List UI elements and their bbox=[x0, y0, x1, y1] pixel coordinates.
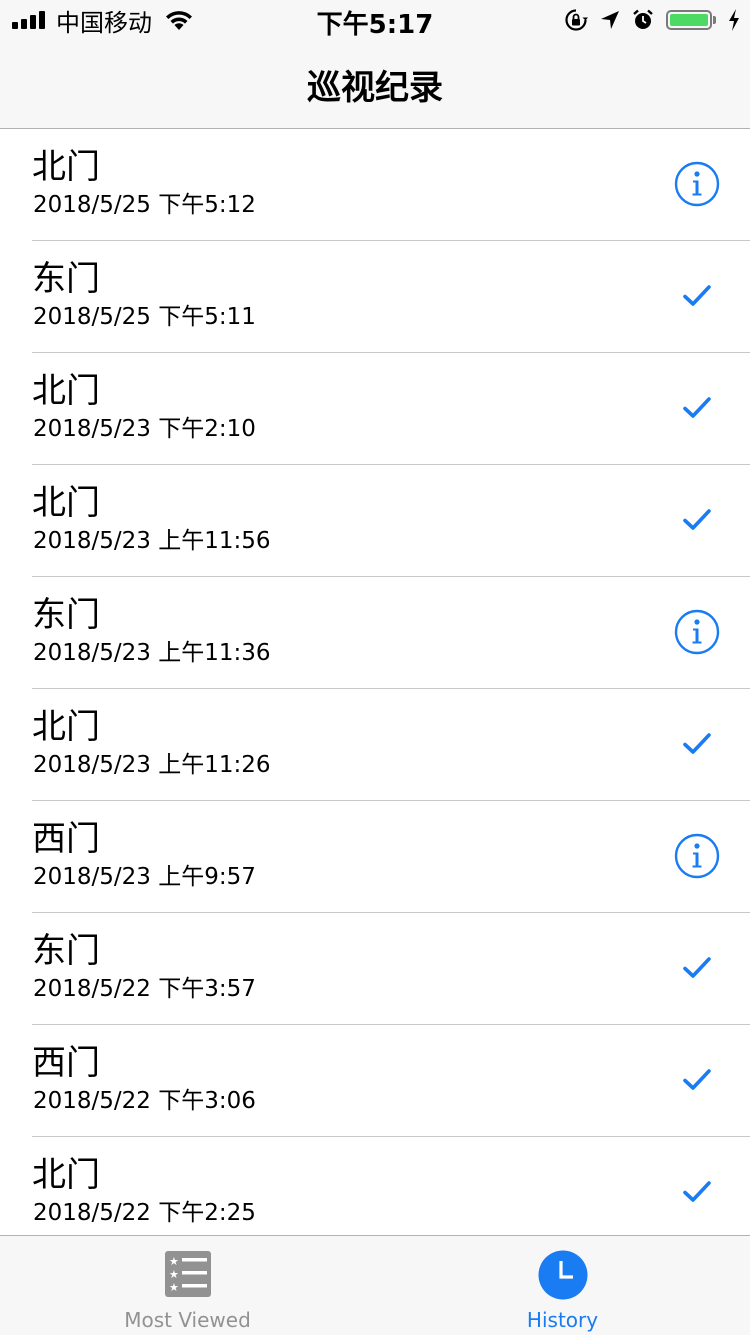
gate-name: 东门 bbox=[32, 595, 100, 635]
record-time: 2018/5/23 上午11:56 bbox=[33, 528, 271, 554]
row-accessory[interactable] bbox=[674, 609, 720, 655]
table-row[interactable]: 北门 2018/5/23 下午2:10 bbox=[0, 353, 750, 465]
svg-text:★: ★ bbox=[169, 1268, 179, 1281]
gate-name: 北门 bbox=[32, 483, 100, 523]
row-accessory[interactable] bbox=[674, 1169, 720, 1215]
record-time: 2018/5/23 上午9:57 bbox=[33, 864, 256, 890]
table-row[interactable]: 西门 2018/5/23 上午9:57 bbox=[0, 801, 750, 913]
tab-bar: ★ ★ ★ Most Viewed History bbox=[0, 1235, 750, 1335]
record-time: 2018/5/23 上午11:36 bbox=[33, 640, 271, 666]
table-row[interactable]: 北门 2018/5/22 下午2:25 bbox=[0, 1137, 750, 1235]
most-viewed-list-icon: ★ ★ ★ bbox=[0, 1250, 375, 1298]
record-time: 2018/5/23 上午11:26 bbox=[33, 752, 271, 778]
status-bar: 中国移动 下午5:17 bbox=[0, 0, 750, 40]
table-row[interactable]: 西门 2018/5/22 下午3:06 bbox=[0, 1025, 750, 1137]
history-clock-icon bbox=[375, 1250, 750, 1300]
checkmark-icon bbox=[682, 956, 712, 980]
record-time: 2018/5/22 下午3:06 bbox=[33, 1088, 256, 1114]
status-right bbox=[552, 6, 740, 34]
info-icon[interactable] bbox=[674, 833, 720, 879]
table-row[interactable]: 北门 2018/5/23 上午11:26 bbox=[0, 689, 750, 801]
table-row[interactable]: 北门 2018/5/25 下午5:12 bbox=[0, 129, 750, 241]
gate-name: 东门 bbox=[32, 931, 100, 971]
checkmark-icon bbox=[682, 284, 712, 308]
checkmark-icon bbox=[682, 396, 712, 420]
record-time: 2018/5/25 下午5:12 bbox=[33, 192, 256, 218]
checkmark-icon bbox=[682, 508, 712, 532]
checkmark-icon bbox=[682, 732, 712, 756]
record-time: 2018/5/25 下午5:11 bbox=[33, 304, 256, 330]
record-time: 2018/5/23 下午2:10 bbox=[33, 416, 256, 442]
row-accessory[interactable] bbox=[674, 497, 720, 543]
gate-name: 西门 bbox=[32, 1043, 100, 1083]
row-accessory[interactable] bbox=[674, 833, 720, 879]
gate-name: 北门 bbox=[32, 371, 100, 411]
table-row[interactable]: 东门 2018/5/25 下午5:11 bbox=[0, 241, 750, 353]
gate-name: 北门 bbox=[32, 1155, 100, 1195]
row-accessory[interactable] bbox=[674, 945, 720, 991]
tab-history[interactable]: History bbox=[375, 1236, 750, 1335]
row-accessory[interactable] bbox=[674, 1057, 720, 1103]
checkmark-icon bbox=[682, 1180, 712, 1204]
svg-text:★: ★ bbox=[169, 1281, 179, 1294]
row-accessory[interactable] bbox=[674, 273, 720, 319]
page-title: 巡视纪录 bbox=[307, 68, 443, 108]
record-time: 2018/5/22 下午2:25 bbox=[33, 1200, 256, 1226]
tab-label-history: History bbox=[526, 1308, 599, 1332]
row-accessory[interactable] bbox=[674, 721, 720, 767]
gate-name: 北门 bbox=[32, 147, 100, 187]
charging-bolt-icon bbox=[728, 9, 740, 31]
table-row[interactable]: 北门 2018/5/23 上午11:56 bbox=[0, 465, 750, 577]
tab-most-viewed[interactable]: ★ ★ ★ Most Viewed bbox=[0, 1236, 375, 1335]
gate-name: 东门 bbox=[32, 259, 100, 299]
navigation-bar: 巡视纪录 bbox=[0, 40, 750, 129]
alarm-icon bbox=[632, 9, 654, 31]
orientation-lock-icon bbox=[564, 8, 588, 32]
patrol-record-list[interactable]: 北门 2018/5/25 下午5:12 东门 2018/5/25 下午5:11 bbox=[0, 129, 750, 1235]
gate-name: 北门 bbox=[32, 707, 100, 747]
row-accessory[interactable] bbox=[674, 161, 720, 207]
row-accessory[interactable] bbox=[674, 385, 720, 431]
table-row[interactable]: 东门 2018/5/23 上午11:36 bbox=[0, 577, 750, 689]
tab-label-most-viewed: Most Viewed bbox=[124, 1308, 251, 1332]
table-row[interactable]: 东门 2018/5/22 下午3:57 bbox=[0, 913, 750, 1025]
gate-name: 西门 bbox=[32, 819, 100, 859]
info-icon[interactable] bbox=[674, 161, 720, 207]
record-time: 2018/5/22 下午3:57 bbox=[33, 976, 256, 1002]
svg-text:★: ★ bbox=[169, 1255, 179, 1268]
checkmark-icon bbox=[682, 1068, 712, 1092]
info-icon[interactable] bbox=[674, 609, 720, 655]
battery-icon bbox=[666, 10, 716, 30]
location-arrow-icon bbox=[600, 10, 620, 30]
